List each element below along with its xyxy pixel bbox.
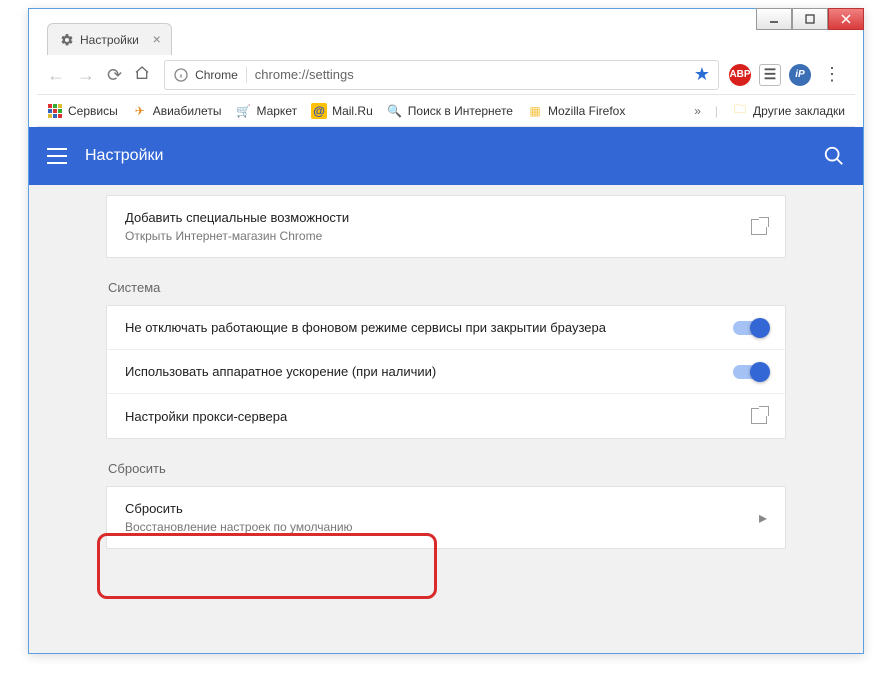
bookmark-label: Mozilla Firefox — [548, 104, 625, 118]
close-window-button[interactable] — [828, 8, 864, 30]
other-bookmarks-label: Другие закладки — [753, 104, 845, 118]
forward-button[interactable]: → — [77, 66, 95, 84]
bookmark-star-icon[interactable]: ★ — [694, 64, 710, 85]
toolbar: ← → ⟳ Chrome ★ ABP ☰ iP ⋮ — [37, 55, 855, 95]
extension-icon-2[interactable]: ☰ — [759, 64, 781, 86]
menu-button[interactable]: ⋮ — [819, 64, 845, 85]
chevron-right-icon: ▸ — [759, 508, 767, 528]
background-services-toggle[interactable] — [733, 321, 767, 335]
background-services-row[interactable]: Не отключать работающие в фоновом режиме… — [107, 306, 785, 350]
gear-icon — [60, 33, 74, 47]
extension-icon-ip[interactable]: iP — [789, 64, 811, 86]
accessibility-card: Добавить специальные возможности Открыть… — [106, 195, 786, 258]
tab-close-icon[interactable]: × — [153, 32, 161, 46]
accessibility-row[interactable]: Добавить специальные возможности Открыть… — [107, 196, 785, 257]
external-link-icon — [751, 219, 767, 235]
reset-card: Сбросить Восстановление настроек по умол… — [106, 486, 786, 549]
system-card: Не отключать работающие в фоновом режиме… — [106, 305, 786, 439]
tab-title: Настройки — [80, 33, 139, 47]
bookmark-market[interactable]: 🛒 Маркет — [235, 103, 297, 119]
reload-button[interactable]: ⟳ — [107, 66, 122, 84]
apps-icon — [47, 103, 63, 119]
bookmark-label: Авиабилеты — [153, 104, 222, 118]
search-bm-icon: 🔍 — [387, 103, 403, 119]
system-section-label: Система — [106, 276, 786, 305]
address-bar[interactable]: Chrome ★ — [164, 60, 719, 90]
info-icon — [173, 67, 189, 83]
tab-strip: Настройки × — [47, 23, 683, 57]
maximize-button[interactable] — [792, 8, 828, 30]
external-link-icon — [751, 408, 767, 424]
page-title: Настройки — [85, 147, 163, 165]
bookmark-firefox[interactable]: ▦ Mozilla Firefox — [527, 103, 625, 119]
folder-icon: 🗀 — [732, 103, 748, 119]
security-chip[interactable]: Chrome — [173, 67, 247, 83]
other-bookmarks[interactable]: 🗀 Другие закладки — [732, 103, 845, 119]
hardware-accel-label: Использовать аппаратное ускорение (при н… — [125, 364, 436, 379]
url-input[interactable] — [255, 67, 686, 82]
plane-icon: ✈ — [132, 103, 148, 119]
page-icon: ▦ — [527, 103, 543, 119]
bookmark-aviatickets[interactable]: ✈ Авиабилеты — [132, 103, 222, 119]
nav-buttons: ← → ⟳ — [43, 65, 154, 84]
proxy-settings-label: Настройки прокси-сервера — [125, 409, 287, 424]
accessibility-title: Добавить специальные возможности — [125, 210, 349, 225]
reset-row[interactable]: Сбросить Восстановление настроек по умол… — [107, 487, 785, 548]
accessibility-sub: Открыть Интернет-магазин Chrome — [125, 229, 349, 243]
reset-title: Сбросить — [125, 501, 353, 516]
bookmark-label: Маркет — [256, 104, 297, 118]
bookmarks-bar: Сервисы ✈ Авиабилеты 🛒 Маркет @ Mail.Ru … — [37, 95, 855, 127]
settings-header: Настройки — [29, 127, 863, 185]
window-controls — [756, 8, 864, 30]
at-icon: @ — [311, 103, 327, 119]
menu-icon[interactable] — [47, 148, 67, 164]
cart-icon: 🛒 — [235, 103, 251, 119]
bookmark-search[interactable]: 🔍 Поиск в Интернете — [387, 103, 513, 119]
hardware-accel-toggle[interactable] — [733, 365, 767, 379]
settings-scroll-area[interactable]: Добавить специальные возможности Открыть… — [29, 185, 863, 653]
page-content: Настройки Добавить специальные возможнос… — [29, 127, 863, 653]
bookmark-label: Сервисы — [68, 104, 118, 118]
tab-settings[interactable]: Настройки × — [47, 23, 172, 55]
background-services-label: Не отключать работающие в фоновом режиме… — [125, 320, 606, 335]
proxy-settings-row[interactable]: Настройки прокси-сервера — [107, 394, 785, 438]
bookmark-mailru[interactable]: @ Mail.Ru — [311, 103, 373, 119]
back-button[interactable]: ← — [47, 66, 65, 84]
browser-window: Настройки × ← → ⟳ Chrome ★ ABP ☰ iP ⋮ — [28, 8, 864, 654]
home-button[interactable] — [134, 65, 150, 84]
bookmark-apps[interactable]: Сервисы — [47, 103, 118, 119]
bookmarks-overflow[interactable]: » — [694, 104, 701, 118]
extension-icons: ABP ☰ iP ⋮ — [729, 64, 849, 86]
bookmark-label: Поиск в Интернете — [408, 104, 513, 118]
adblock-icon[interactable]: ABP — [729, 64, 751, 86]
bookmark-label: Mail.Ru — [332, 104, 373, 118]
reset-section-label: Сбросить — [106, 457, 786, 486]
minimize-button[interactable] — [756, 8, 792, 30]
hardware-accel-row[interactable]: Использовать аппаратное ускорение (при н… — [107, 350, 785, 394]
security-chip-label: Chrome — [195, 68, 238, 82]
reset-sub: Восстановление настроек по умолчанию — [125, 520, 353, 534]
search-icon[interactable] — [823, 145, 845, 167]
